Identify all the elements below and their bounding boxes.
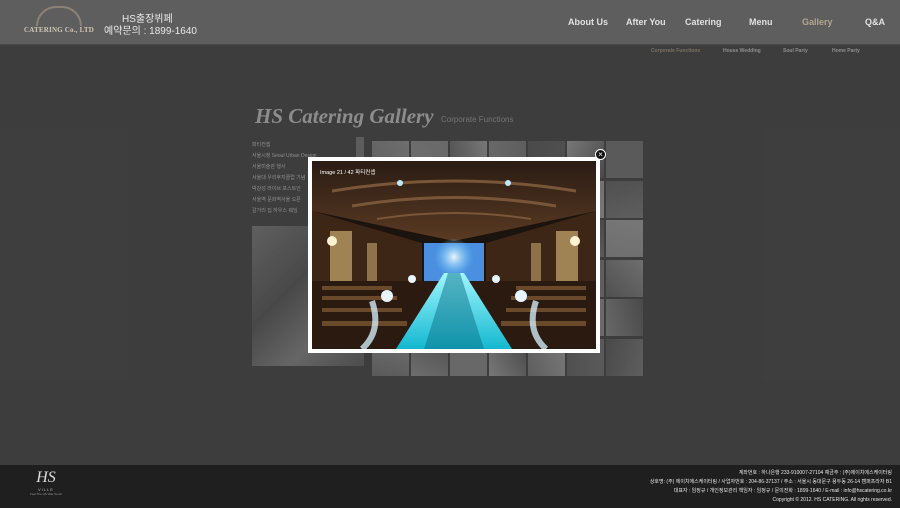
brand-text: HS출장뷔페 예약문의 : 1899-1640 <box>104 14 197 38</box>
logo-text: CATERING Co., LTD <box>24 26 94 34</box>
footer-contact: 대표자 : 임정규 / 개인정보관리 책임자 : 임정규 / 문의전화 : 18… <box>673 488 892 494</box>
footer-logo[interactable]: HS VILLE Feel The HS Ville Touch <box>24 469 68 505</box>
footer-copyright: Copyright © 2012. HS CATERING. All right… <box>772 497 892 503</box>
nav-menu[interactable]: Menu <box>749 17 773 27</box>
nav-gallery[interactable]: Gallery <box>802 17 833 27</box>
reservation-phone: 예약문의 : 1899-1640 <box>104 26 197 37</box>
nav-qna[interactable]: Q&A <box>865 17 885 27</box>
footer-logo-tag: Feel The HS Ville Touch <box>29 492 63 496</box>
nav-after-you[interactable]: After You <box>626 17 666 27</box>
footer-account: 계좌번호 : 하나은행 233-910007-27104 예금주 : (주)에이… <box>738 470 892 476</box>
company-logo[interactable]: CATERING Co., LTD <box>24 6 94 40</box>
site-footer: HS VILLE Feel The HS Ville Touch 계좌번호 : … <box>0 465 900 508</box>
close-icon[interactable]: × <box>595 149 606 160</box>
footer-info: 계좌번호 : 하나은행 233-910007-27104 예금주 : (주)에이… <box>650 469 892 505</box>
footer-logo-mark: HS <box>36 469 56 486</box>
nav-catering[interactable]: Catering <box>685 17 722 27</box>
footer-company: 상호명: (주) 에이치에스케이터링 / 사업자번호 : 204-86-3713… <box>649 479 892 485</box>
lightbox-caption: Image 21 / 42 파티컨셉 <box>320 170 376 176</box>
lightbox-modal: Image 21 / 42 파티컨셉 <box>308 157 600 353</box>
nav-about-us[interactable]: About Us <box>568 17 608 27</box>
lightbox-image: Image 21 / 42 파티컨셉 <box>312 161 596 349</box>
banquet-hall-photo <box>312 161 596 349</box>
brand-name: HS출장뷔페 <box>122 14 173 25</box>
logo-arc-icon <box>36 6 82 26</box>
site-header: CATERING Co., LTD HS출장뷔페 예약문의 : 1899-164… <box>0 0 900 45</box>
